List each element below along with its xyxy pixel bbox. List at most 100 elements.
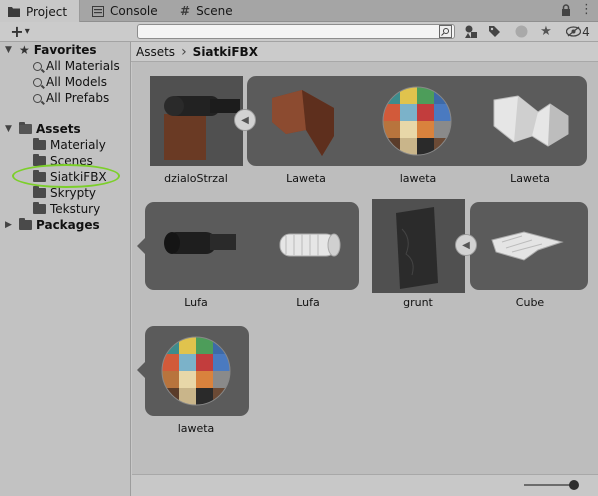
lufa-wireframe-icon xyxy=(279,233,341,257)
asset-label: laweta xyxy=(399,172,437,185)
cube-mesh-icon xyxy=(491,231,564,261)
packages-folder[interactable]: ▶ Packages xyxy=(5,217,100,233)
console-icon xyxy=(92,5,104,17)
search-input[interactable] xyxy=(137,24,455,39)
laweta-sphere-icon xyxy=(161,336,231,406)
folder-icon xyxy=(33,170,46,182)
collapse-group-button[interactable]: ◀ xyxy=(234,109,256,131)
favorites-label: Favorites xyxy=(33,43,97,57)
laweta-wireframe-icon xyxy=(493,95,569,147)
folder-tekstury[interactable]: Tekstury xyxy=(33,201,100,217)
search-icon xyxy=(33,61,42,71)
asset-thumbnail-laweta-sphere-2[interactable] xyxy=(152,329,240,413)
grunt-terrain-icon xyxy=(396,207,438,289)
tab-project[interactable]: Project xyxy=(0,0,80,23)
breadcrumb-assets[interactable]: Assets xyxy=(136,45,175,59)
tab-console[interactable]: Console xyxy=(84,0,174,22)
asset-label: Lufa xyxy=(184,296,208,309)
expanded-arrow-icon: ▼ xyxy=(5,45,12,55)
zoom-slider-handle[interactable] xyxy=(569,480,579,490)
folder-icon xyxy=(33,154,46,166)
folder-siatkifbx[interactable]: SiatkiFBX xyxy=(33,169,107,185)
asset-label: Cube xyxy=(515,296,545,309)
filter-by-label-button[interactable] xyxy=(486,23,502,40)
favorite-item-all-materials[interactable]: All Materials xyxy=(33,58,120,74)
cannon-model-icon xyxy=(164,96,240,160)
search-icon xyxy=(33,77,42,87)
tab-scene[interactable]: # Scene xyxy=(172,0,252,22)
breadcrumb-separator: › xyxy=(181,43,187,60)
laweta-sphere-icon xyxy=(382,86,452,156)
breadcrumb: Assets › SiatkiFBX xyxy=(131,42,598,62)
asset-label: grunt xyxy=(403,296,433,309)
assets-folder[interactable]: ▼ Assets xyxy=(5,121,81,137)
favorite-item-all-prefabs[interactable]: All Prefabs xyxy=(33,90,109,106)
folder-tree-sidebar xyxy=(0,42,131,496)
favorites-header[interactable]: ▼ ★ Favorites xyxy=(5,42,96,58)
shapes-icon xyxy=(465,25,477,38)
asset-thumbnail-lufa-2[interactable] xyxy=(266,214,354,278)
asset-thumbnail-dzialostrzal[interactable] xyxy=(150,76,243,166)
hidden-count: 4 xyxy=(582,24,590,39)
filter-by-type-button[interactable] xyxy=(462,23,480,40)
folder-label: SiatkiFBX xyxy=(50,170,107,184)
asset-label: dzialoStrzal xyxy=(164,172,228,185)
plus-icon: + xyxy=(10,22,24,41)
favorite-label: All Prefabs xyxy=(46,91,110,105)
collapse-group-button[interactable]: ◀ xyxy=(455,234,477,256)
asset-label: Laweta xyxy=(510,172,550,185)
folder-label: Scenes xyxy=(50,154,93,168)
assets-label: Assets xyxy=(36,122,81,136)
laweta-mesh-icon xyxy=(272,90,334,156)
lock-icon[interactable] xyxy=(561,4,571,19)
tag-icon xyxy=(488,26,500,37)
expanded-arrow-icon: ▼ xyxy=(5,124,12,134)
asset-thumbnail-laweta-1[interactable] xyxy=(262,78,350,164)
asset-thumbnail-lufa-1[interactable] xyxy=(152,206,240,286)
tab-label: Scene xyxy=(196,4,233,18)
packages-label: Packages xyxy=(36,218,100,232)
group-notch xyxy=(137,362,145,378)
hash-icon: # xyxy=(180,4,191,18)
add-asset-button[interactable]: + ▾ xyxy=(6,22,34,41)
folder-materialy[interactable]: Materialy xyxy=(33,137,106,153)
star-icon: ★ xyxy=(19,43,30,57)
tab-label: Console xyxy=(110,4,158,18)
favorite-label: All Models xyxy=(46,75,107,89)
more-options-icon[interactable]: ⋮ xyxy=(580,2,593,17)
search-icon xyxy=(33,93,42,103)
tab-bar: Project Console # Scene ⋮ xyxy=(0,0,598,23)
folder-icon xyxy=(33,186,46,198)
folder-icon xyxy=(8,6,20,17)
folder-label: Tekstury xyxy=(50,202,101,216)
folder-label: Materialy xyxy=(50,138,106,152)
asset-label: Laweta xyxy=(286,172,326,185)
collapsed-arrow-icon: ▶ xyxy=(5,220,12,230)
favorite-label: All Materials xyxy=(46,59,120,73)
folder-label: Skrypty xyxy=(50,186,97,200)
eye-slash-icon xyxy=(566,26,582,37)
folder-scenes[interactable]: Scenes xyxy=(33,153,93,169)
asset-thumbnail-cube[interactable] xyxy=(482,216,574,276)
lufa-barrel-icon xyxy=(164,232,236,254)
asset-thumbnail-grunt[interactable] xyxy=(372,199,465,293)
tab-label: Project xyxy=(26,4,68,19)
info-circle-icon xyxy=(515,25,527,38)
chevron-left-icon: ◀ xyxy=(462,239,470,251)
hidden-packages-button[interactable]: 4 xyxy=(563,23,593,40)
filter-by-log-button[interactable] xyxy=(513,23,529,40)
folder-icon xyxy=(19,218,32,230)
group-notch xyxy=(137,238,145,254)
favorite-item-all-models[interactable]: All Models xyxy=(33,74,107,90)
folder-open-icon xyxy=(19,122,32,134)
favorite-button[interactable]: ★ xyxy=(538,23,554,40)
folder-skrypty[interactable]: Skrypty xyxy=(33,185,96,201)
search-filter-icon xyxy=(439,25,452,38)
asset-thumbnail-laweta-2[interactable] xyxy=(488,86,576,156)
asset-thumbnail-laweta-sphere[interactable] xyxy=(374,78,460,164)
search-by-type-button[interactable] xyxy=(437,23,454,40)
asset-label: laweta xyxy=(177,422,215,435)
asset-label: Lufa xyxy=(296,296,320,309)
breadcrumb-current[interactable]: SiatkiFBX xyxy=(193,45,258,59)
chevron-down-icon: ▾ xyxy=(24,26,30,37)
